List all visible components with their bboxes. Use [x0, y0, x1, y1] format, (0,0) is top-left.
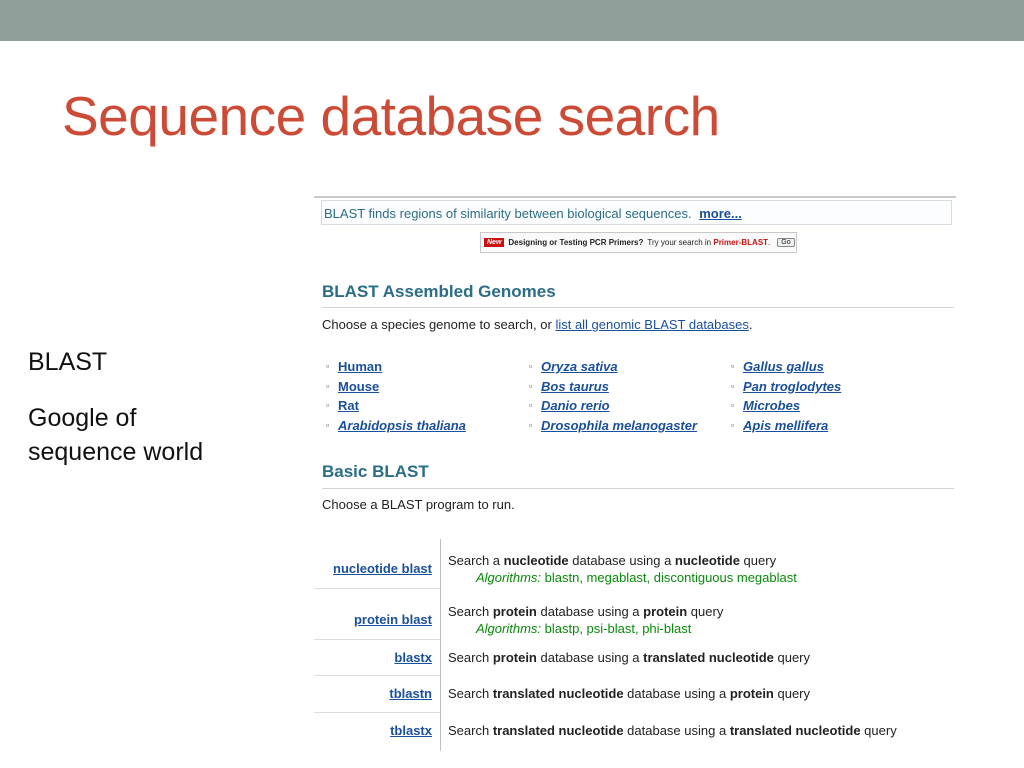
bullet-square-icon: ▫: [529, 420, 533, 431]
list-genomic-databases-link[interactable]: list all genomic BLAST databases: [555, 317, 748, 332]
program-row-separator: [314, 712, 440, 713]
genome-column: ▫ Gallus gallus ▫ Pan troglodytes ▫ Microbes ▫…: [731, 357, 841, 436]
bullet-square-icon: ▫: [731, 420, 735, 431]
program-link[interactable]: nucleotide blast: [333, 561, 432, 576]
slide-title: Sequence database search: [62, 85, 720, 147]
basic-blast-title: Basic BLAST: [322, 462, 429, 481]
slide-bullets: BLAST Google of sequence world: [28, 345, 288, 491]
bullet-square-icon: ▫: [529, 361, 533, 371]
genome-link[interactable]: Microbes: [743, 398, 800, 413]
genome-link[interactable]: Gallus gallus: [743, 359, 824, 374]
genomes-prompt: Choose a species genome to search, or li…: [322, 317, 753, 332]
program-algorithms: Algorithms: blastn, megablast, discontig…: [476, 570, 797, 585]
genome-link[interactable]: Arabidopsis thaliana: [338, 418, 466, 433]
genome-column: ▫ Oryza sativa ▫ Bos taurus ▫ Danio rerio ▫ Dro…: [529, 357, 697, 436]
genome-link[interactable]: Drosophila melanogaster: [541, 418, 697, 433]
genome-item: ▫ Arabidopsis thaliana: [326, 416, 466, 436]
program-link[interactable]: tblastx: [390, 723, 432, 738]
bullet-google-of-sequence-world: Google of sequence world: [28, 404, 204, 466]
bullet-square-icon: ▫: [731, 380, 735, 391]
bullet-square-icon: ▫: [529, 400, 533, 411]
bullet-square-icon: ▫: [529, 380, 533, 391]
section-divider: [322, 307, 954, 308]
genome-item: ▫ Gallus gallus: [731, 357, 841, 377]
bullet-square-icon: ▫: [326, 361, 330, 371]
bullet-blast: BLAST: [28, 348, 108, 376]
bullet-square-icon: ▫: [326, 420, 330, 431]
basic-blast-prompt: Choose a BLAST program to run.: [322, 497, 515, 512]
genome-item: ▫ Microbes: [731, 396, 841, 416]
genome-item: ▫ Mouse: [326, 377, 466, 397]
program-algorithms: Algorithms: blastp, psi-blast, phi-blast: [476, 621, 692, 636]
program-link[interactable]: tblastn: [389, 686, 432, 701]
bullet-square-icon: ▫: [326, 400, 330, 411]
screenshot-top-border: [314, 196, 956, 198]
program-link[interactable]: protein blast: [354, 612, 432, 627]
top-banner: [0, 0, 1024, 41]
genome-item: ▫ Drosophila melanogaster: [529, 416, 697, 436]
bullet-square-icon: ▫: [731, 361, 735, 371]
genome-link[interactable]: Mouse: [338, 379, 379, 394]
genome-item: ▫ Pan troglodytes: [731, 377, 841, 397]
genome-item: ▫ Rat: [326, 396, 466, 416]
program-row-separator: [314, 639, 440, 640]
assembled-genomes-title: BLAST Assembled Genomes: [322, 282, 556, 301]
genome-item: ▫ Human: [326, 357, 466, 377]
program-link[interactable]: blastx: [394, 650, 432, 665]
intro-box: BLAST finds regions of similarity betwee…: [321, 200, 952, 225]
program-description: Search a nucleotide database using a nuc…: [448, 553, 777, 568]
section-divider: [322, 488, 954, 489]
program-table-divider: [440, 539, 441, 751]
genome-column: ▫ Human ▫ Mouse ▫ Rat ▫ Arabidopsis thaliana: [326, 357, 466, 436]
genome-item: ▫ Danio rerio: [529, 396, 697, 416]
genome-link[interactable]: Pan troglodytes: [743, 379, 841, 394]
genome-link[interactable]: Apis mellifera: [743, 418, 828, 433]
promo-text: Try your search in Primer-BLAST.: [647, 238, 771, 247]
new-badge: New: [484, 238, 505, 247]
primer-blast-promo: New Designing or Testing PCR Primers? Tr…: [480, 232, 797, 253]
genome-item: ▫ Bos taurus: [529, 377, 697, 397]
bullet-square-icon: ▫: [731, 400, 735, 411]
primer-blast-link[interactable]: Primer-BLAST: [713, 238, 768, 247]
genome-link[interactable]: Danio rerio: [541, 398, 610, 413]
program-row-separator: [314, 675, 440, 676]
more-link[interactable]: more...: [699, 206, 742, 221]
program-description: Search protein database using a translat…: [448, 650, 811, 665]
program-description: Search translated nucleotide database us…: [448, 686, 811, 701]
program-description: Search translated nucleotide database us…: [448, 723, 897, 738]
program-description: Search protein database using a protein …: [448, 604, 724, 619]
genome-link[interactable]: Rat: [338, 398, 359, 413]
genome-link[interactable]: Bos taurus: [541, 379, 609, 394]
genome-list: ▫ Human ▫ Mouse ▫ Rat ▫ Arabidopsis thaliana ▫ Or…: [326, 357, 956, 437]
genome-link[interactable]: Oryza sativa: [541, 359, 618, 374]
intro-text: BLAST finds regions of similarity betwee…: [324, 206, 692, 221]
promo-question: Designing or Testing PCR Primers?: [508, 238, 644, 247]
genome-item: ▫ Apis mellifera: [731, 416, 841, 436]
genome-item: ▫ Oryza sativa: [529, 357, 697, 377]
blast-screenshot: BLAST finds regions of similarity betwee…: [314, 196, 956, 756]
go-button[interactable]: Go: [777, 238, 795, 247]
bullet-square-icon: ▫: [326, 380, 330, 391]
program-row-separator: [314, 588, 440, 589]
genome-link[interactable]: Human: [338, 359, 382, 374]
